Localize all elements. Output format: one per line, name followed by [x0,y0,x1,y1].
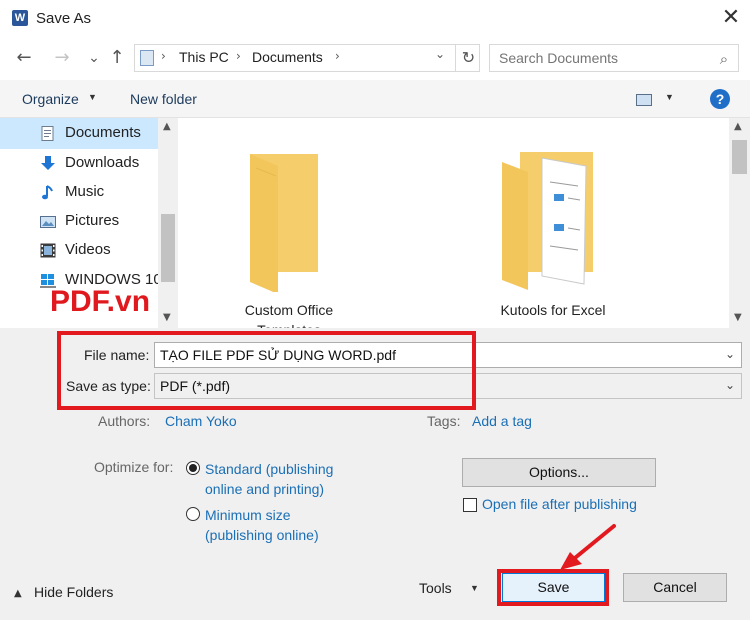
caret-down-icon[interactable]: ▼ [88,92,97,102]
sidebar-item-label: Documents [65,124,141,141]
sidebar-item-label: Music [65,183,105,200]
forward-arrow-icon[interactable]: → [50,46,74,70]
sidebar-item-music[interactable]: Music [0,178,158,207]
sidebar-item-label: Downloads [65,154,140,171]
folder-name: Kutools for Excel [500,302,606,318]
scroll-up-icon[interactable]: ▲ [734,121,742,132]
close-icon[interactable]: ✕ [718,4,744,32]
caret-down-icon[interactable]: ▼ [665,92,674,102]
chevron-down-icon[interactable]: ⌄ [725,378,735,392]
chevron-down-icon[interactable]: ⌄ [725,347,735,361]
authors-label: Authors: [98,413,151,429]
sidebar-item-downloads[interactable]: Downloads [0,149,158,178]
red-arrow-annotation [560,524,616,570]
new-folder-button[interactable]: New folder [130,91,197,107]
folder-item[interactable]: Kutools for Excel [478,124,628,324]
pictures-icon [40,216,56,228]
caret-down-icon[interactable]: ▼ [470,583,479,593]
chevron-down-icon[interactable]: ⌄ [435,47,445,61]
open-after-publishing-checkbox[interactable] [463,498,477,512]
help-icon[interactable]: ? [710,89,730,109]
minimum-size-option-label[interactable]: Minimum size (publishing online) [205,505,319,545]
window-title: Save As [36,10,92,27]
scrollbar-thumb[interactable] [732,140,747,174]
navigation-bar: ← → ⌄ ↑ › This PC › Documents › ⌄ ↻ ⌕ [0,38,750,80]
folder-icon [250,154,318,292]
videos-icon [40,243,56,258]
title-bar: W Save As ✕ [0,0,750,38]
address-bar[interactable]: › This PC › Documents › ⌄ ↻ [134,44,480,72]
cancel-button[interactable]: Cancel [623,573,727,602]
save-options-area: File name: TẠO FILE PDF SỬ DỤNG WORD.pdf… [0,328,750,620]
scroll-down-icon[interactable]: ▼ [163,312,171,323]
chevron-up-icon[interactable]: ▲ [14,588,22,599]
downloads-icon [41,156,55,170]
recent-locations-chevron-icon[interactable]: ⌄ [82,46,106,70]
sidebar-item-videos[interactable]: Videos [0,236,158,265]
tags-label: Tags: [427,413,461,429]
chevron-right-icon: › [161,49,166,63]
documents-icon [41,126,54,141]
music-icon [42,185,53,200]
optimize-for-label: Optimize for: [94,459,174,475]
sidebar-item-pictures[interactable]: Pictures [0,207,158,236]
search-input[interactable] [490,45,710,71]
highlight-box-file-fields [57,331,476,410]
search-box[interactable]: ⌕ [489,44,739,72]
up-arrow-icon[interactable]: ↑ [105,46,129,70]
options-button[interactable]: Options... [462,458,656,487]
pdfvn-watermark: PDF.vn [50,285,151,318]
search-icon[interactable]: ⌕ [714,49,734,69]
navigation-scrollbar[interactable]: ▲ ▼ [158,118,178,328]
scroll-down-icon[interactable]: ▼ [734,312,742,323]
chevron-right-icon: › [236,49,241,63]
command-bar: Organize ▼ New folder ▼ ? [0,80,750,118]
minimum-size-radio[interactable] [186,507,200,521]
breadcrumb-documents[interactable]: Documents [252,49,323,65]
scroll-up-icon[interactable]: ▲ [163,121,171,132]
open-after-publishing-label[interactable]: Open file after publishing [482,496,637,512]
add-tag-link[interactable]: Add a tag [472,413,532,429]
hide-folders-button[interactable]: Hide Folders [34,584,113,600]
breadcrumb-this-pc[interactable]: This PC [179,49,229,65]
tools-button[interactable]: Tools [419,580,452,596]
word-icon: W [12,10,28,26]
authors-value[interactable]: Cham Yoko [165,413,237,429]
file-list-scrollbar[interactable]: ▲ ▼ [729,118,750,328]
folder-location-icon [140,50,154,66]
organize-button[interactable]: Organize [22,91,79,107]
folder-with-documents-icon [502,152,593,290]
sidebar-item-label: Pictures [65,212,120,229]
folder-item[interactable]: Custom Office Templates [214,124,364,338]
file-list-pane: Custom Office Templates Kutools for Exce… [178,118,750,338]
scrollbar-thumb[interactable] [161,214,175,282]
sidebar-item-documents[interactable]: Documents [0,119,158,148]
change-view-icon[interactable] [636,94,652,106]
back-arrow-icon[interactable]: ← [12,46,36,70]
standard-radio[interactable] [186,461,200,475]
standard-option-label[interactable]: Standard (publishing online and printing… [205,459,333,499]
chevron-right-icon[interactable]: › [335,49,340,63]
refresh-icon[interactable]: ↻ [455,45,481,71]
sidebar-item-label: Videos [65,241,111,258]
